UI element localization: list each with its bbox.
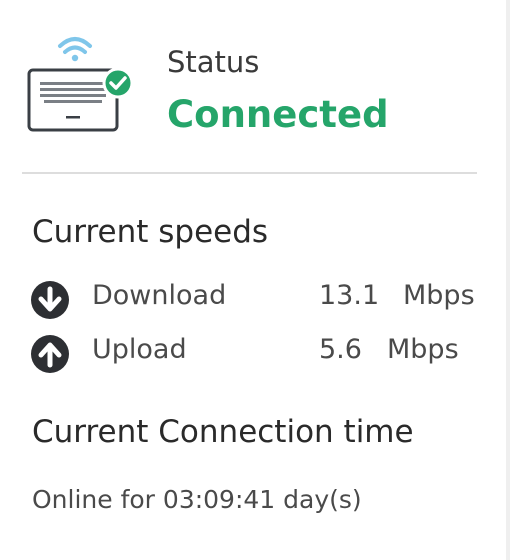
download-unit: Mbps bbox=[403, 280, 475, 311]
upload-value: 5.6 bbox=[319, 334, 362, 365]
download-row: Download 13.1 Mbps bbox=[28, 277, 498, 319]
upload-row: Upload 5.6 Mbps bbox=[28, 331, 498, 373]
arrow-down-circle-icon bbox=[31, 281, 69, 319]
status-value: Connected bbox=[167, 93, 389, 136]
connection-time-title: Current Connection time bbox=[32, 414, 414, 450]
download-value: 13.1 bbox=[319, 280, 380, 311]
arrow-up-circle-icon bbox=[31, 335, 69, 373]
status-label: Status bbox=[167, 45, 260, 79]
current-speeds-title: Current speeds bbox=[32, 214, 269, 250]
panel-right-edge bbox=[506, 0, 510, 560]
download-label: Download bbox=[92, 280, 227, 311]
upload-label: Upload bbox=[92, 334, 187, 365]
laptop-wifi-connected-icon bbox=[27, 37, 134, 132]
online-duration-text: Online for 03:09:41 day(s) bbox=[32, 485, 362, 514]
divider bbox=[22, 172, 477, 174]
upload-unit: Mbps bbox=[387, 334, 459, 365]
